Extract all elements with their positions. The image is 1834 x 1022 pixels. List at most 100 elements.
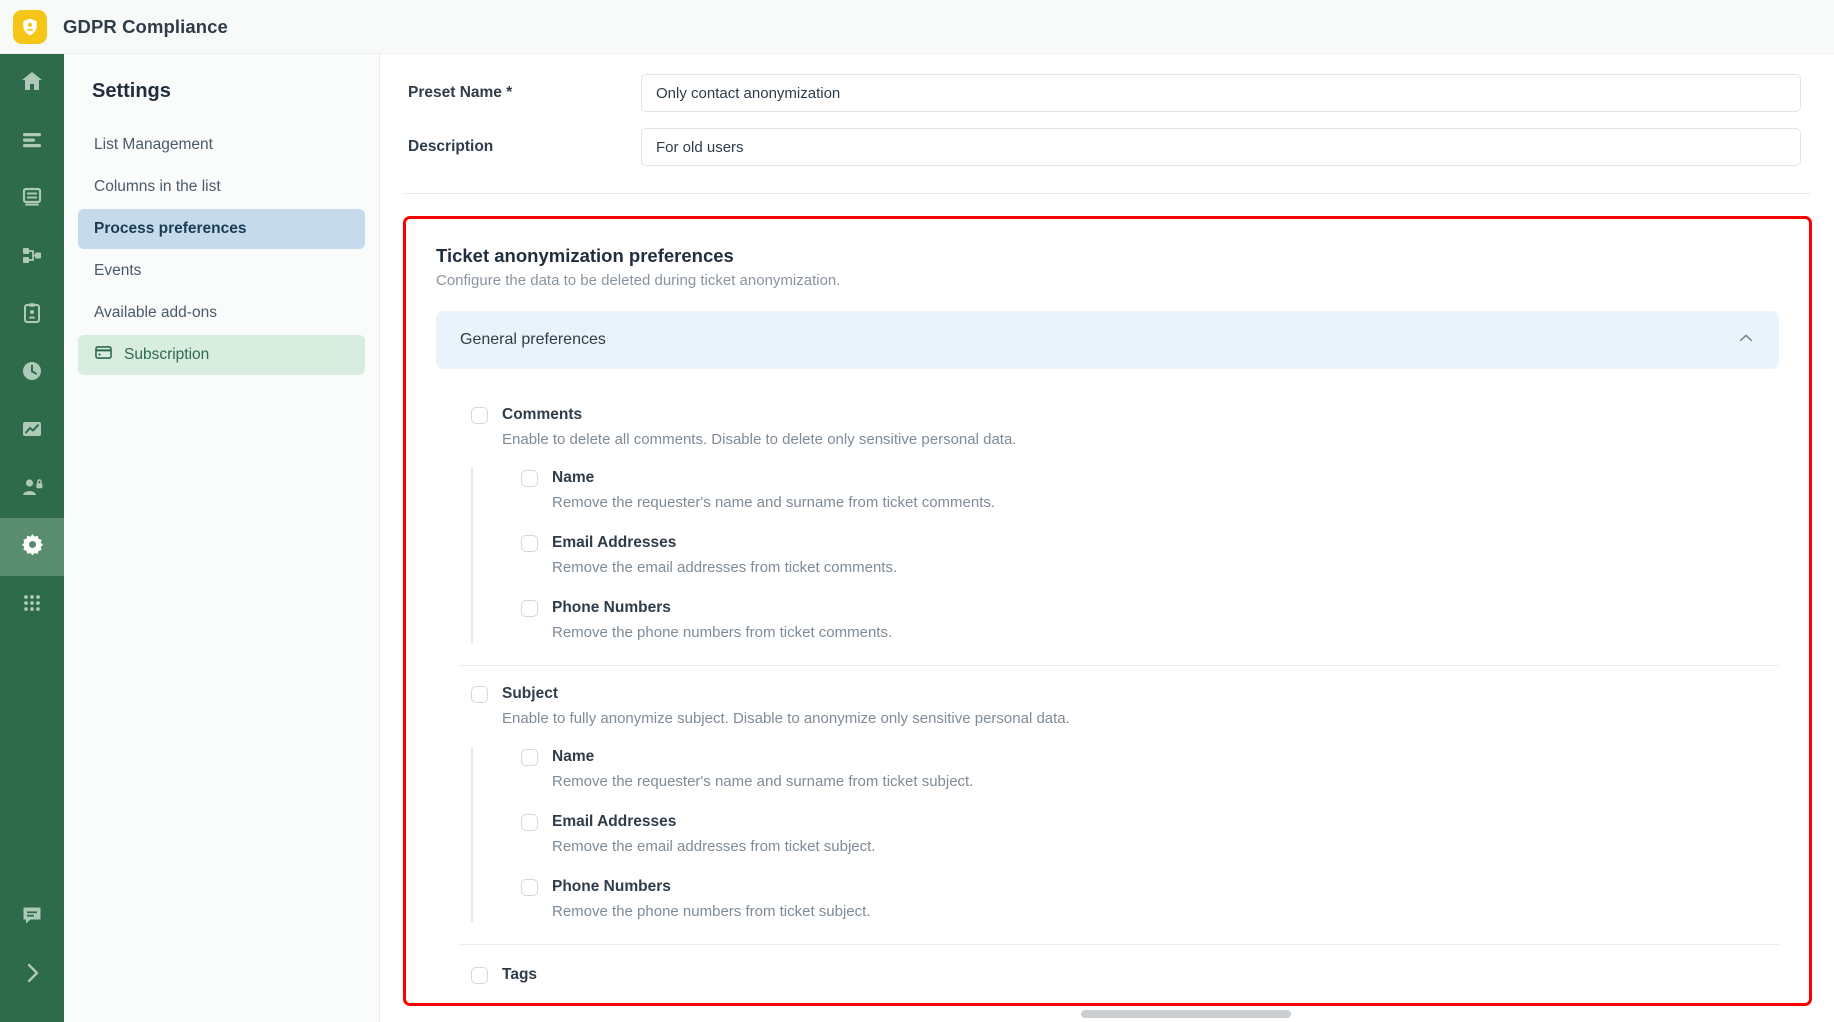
sidebar-item-events[interactable]: Events bbox=[78, 251, 365, 291]
checkbox-tags[interactable] bbox=[471, 967, 488, 984]
accordion-label: General preferences bbox=[460, 331, 606, 348]
description-row: Description For old users bbox=[405, 120, 1810, 174]
option-row-comments[interactable]: Comments Enable to delete all comments. … bbox=[471, 405, 1779, 450]
rail-item-lists[interactable] bbox=[0, 112, 64, 170]
rail-item-chat[interactable] bbox=[0, 888, 64, 946]
option-row-subject-phone-numbers[interactable]: Phone Numbers Remove the phone numbers f… bbox=[521, 877, 1779, 922]
option-description: Remove the email addresses from ticket s… bbox=[552, 838, 876, 855]
rail-item-workflow[interactable] bbox=[0, 228, 64, 286]
option-label: Comments bbox=[502, 406, 583, 423]
checkbox-comments[interactable] bbox=[471, 407, 488, 424]
primary-nav-rail bbox=[0, 54, 64, 1022]
sidebar-item-available-add-ons[interactable]: Available add-ons bbox=[78, 293, 365, 333]
option-label: Email Addresses bbox=[552, 534, 677, 551]
form-divider bbox=[405, 193, 1810, 194]
sidebar-item-columns-in-the-list[interactable]: Columns in the list bbox=[78, 167, 365, 207]
option-row-subject-name[interactable]: Name Remove the requester's name and sur… bbox=[521, 747, 1779, 792]
rail-item-clipboard[interactable] bbox=[0, 286, 64, 344]
workflow-icon bbox=[20, 243, 44, 272]
horizontal-scrollbar[interactable] bbox=[1081, 1010, 1291, 1018]
sidebar-item-process-preferences[interactable]: Process preferences bbox=[78, 209, 365, 249]
option-description: Remove the phone numbers from ticket sub… bbox=[552, 903, 871, 920]
sidebar-item-list-management[interactable]: List Management bbox=[78, 125, 365, 165]
rail-item-settings[interactable] bbox=[0, 518, 64, 576]
user-lock-icon bbox=[20, 475, 44, 504]
preset-name-input[interactable]: Only contact anonymization bbox=[641, 74, 1801, 112]
clock-icon bbox=[20, 359, 44, 388]
sidebar-item-label: List Management bbox=[94, 136, 213, 153]
option-description: Remove the requester's name and surname … bbox=[552, 773, 974, 790]
rail-item-apps[interactable] bbox=[0, 576, 64, 634]
option-description: Enable to delete all comments. Disable t… bbox=[502, 431, 1017, 448]
accordion-general-preferences[interactable]: General preferences bbox=[436, 311, 1779, 369]
option-row-subject-email-addresses[interactable]: Email Addresses Remove the email address… bbox=[521, 812, 1779, 857]
sidebar-item-label: Process preferences bbox=[94, 220, 247, 237]
shield-user-icon bbox=[20, 17, 40, 37]
ticket-anonymization-panel: Ticket anonymization preferences Configu… bbox=[403, 216, 1812, 1006]
rail-item-home[interactable] bbox=[0, 54, 64, 112]
sidebar-item-label: Available add-ons bbox=[94, 304, 217, 321]
preset-form: Preset Name * Only contact anonymization… bbox=[381, 54, 1834, 174]
checkbox-subject-email-addresses[interactable] bbox=[521, 814, 538, 831]
option-description: Remove the email addresses from ticket c… bbox=[552, 559, 898, 576]
main-content: Preset Name * Only contact anonymization… bbox=[381, 54, 1834, 1022]
rail-item-database[interactable] bbox=[0, 170, 64, 228]
preference-group-subject: Subject Enable to fully anonymize subjec… bbox=[436, 666, 1779, 945]
preference-group-comments: Comments Enable to delete all comments. … bbox=[436, 369, 1779, 666]
option-description: Enable to fully anonymize subject. Disab… bbox=[502, 710, 1070, 727]
sidebar-item-label: Events bbox=[94, 262, 142, 279]
settings-sidebar: Settings List Management Columns in the … bbox=[64, 54, 380, 1022]
description-input[interactable]: For old users bbox=[641, 128, 1801, 166]
option-label: Tags bbox=[502, 966, 538, 983]
checkbox-subject[interactable] bbox=[471, 686, 488, 703]
rail-item-expand[interactable] bbox=[0, 946, 64, 1004]
sidebar-item-label: Columns in the list bbox=[94, 178, 221, 195]
option-description: Remove the requester's name and surname … bbox=[552, 494, 996, 511]
rail-item-user-access[interactable] bbox=[0, 460, 64, 518]
checkbox-subject-phone-numbers[interactable] bbox=[521, 879, 538, 896]
description-label: Description bbox=[408, 138, 494, 155]
checkbox-comments-name[interactable] bbox=[521, 470, 538, 487]
preset-name-value: Only contact anonymization bbox=[656, 84, 841, 102]
app-title: GDPR Compliance bbox=[63, 15, 228, 37]
checkbox-comments-email-addresses[interactable] bbox=[521, 535, 538, 552]
app-logo bbox=[13, 9, 47, 44]
chevron-up-icon[interactable] bbox=[1737, 329, 1755, 352]
apps-grid-icon bbox=[20, 591, 44, 620]
home-icon bbox=[20, 69, 44, 98]
settings-heading: Settings bbox=[92, 80, 171, 102]
option-label: Subject bbox=[502, 685, 558, 702]
rail-item-time[interactable] bbox=[0, 344, 64, 402]
option-row-comments-email-addresses[interactable]: Email Addresses Remove the email address… bbox=[521, 533, 1779, 578]
rail-item-reports[interactable] bbox=[0, 402, 64, 460]
settings-nav-list: List Management Columns in the list Proc… bbox=[64, 125, 379, 375]
checkbox-subject-name[interactable] bbox=[521, 749, 538, 766]
option-label: Email Addresses bbox=[552, 813, 677, 830]
app-header: GDPR Compliance bbox=[0, 0, 1834, 54]
option-row-comments-phone-numbers[interactable]: Phone Numbers Remove the phone numbers f… bbox=[521, 598, 1779, 643]
sidebar-item-subscription[interactable]: Subscription bbox=[78, 335, 365, 375]
chart-image-icon bbox=[20, 417, 44, 446]
option-row-tags[interactable]: Tags bbox=[471, 965, 1779, 985]
option-label: Name bbox=[552, 469, 595, 486]
comments-sub-options: Name Remove the requester's name and sur… bbox=[471, 468, 1779, 643]
chat-icon bbox=[20, 903, 44, 932]
option-row-comments-name[interactable]: Name Remove the requester's name and sur… bbox=[521, 468, 1779, 513]
option-label: Phone Numbers bbox=[552, 878, 671, 895]
panel-title: Ticket anonymization preferences bbox=[436, 245, 734, 266]
chevron-right-icon bbox=[20, 961, 44, 990]
database-icon bbox=[20, 185, 44, 214]
preset-name-label: Preset Name * bbox=[408, 84, 513, 101]
preset-name-row: Preset Name * Only contact anonymization bbox=[405, 66, 1810, 120]
subject-sub-options: Name Remove the requester's name and sur… bbox=[471, 747, 1779, 922]
credit-card-icon bbox=[94, 343, 113, 367]
description-value: For old users bbox=[656, 138, 744, 156]
option-description: Remove the phone numbers from ticket com… bbox=[552, 624, 893, 641]
preference-group-tags: Tags bbox=[436, 945, 1779, 985]
checkbox-comments-phone-numbers[interactable] bbox=[521, 600, 538, 617]
gear-icon bbox=[20, 532, 45, 562]
option-label: Phone Numbers bbox=[552, 599, 671, 616]
clipboard-user-icon bbox=[20, 301, 44, 330]
option-row-subject[interactable]: Subject Enable to fully anonymize subjec… bbox=[471, 684, 1779, 729]
list-icon bbox=[20, 127, 44, 156]
